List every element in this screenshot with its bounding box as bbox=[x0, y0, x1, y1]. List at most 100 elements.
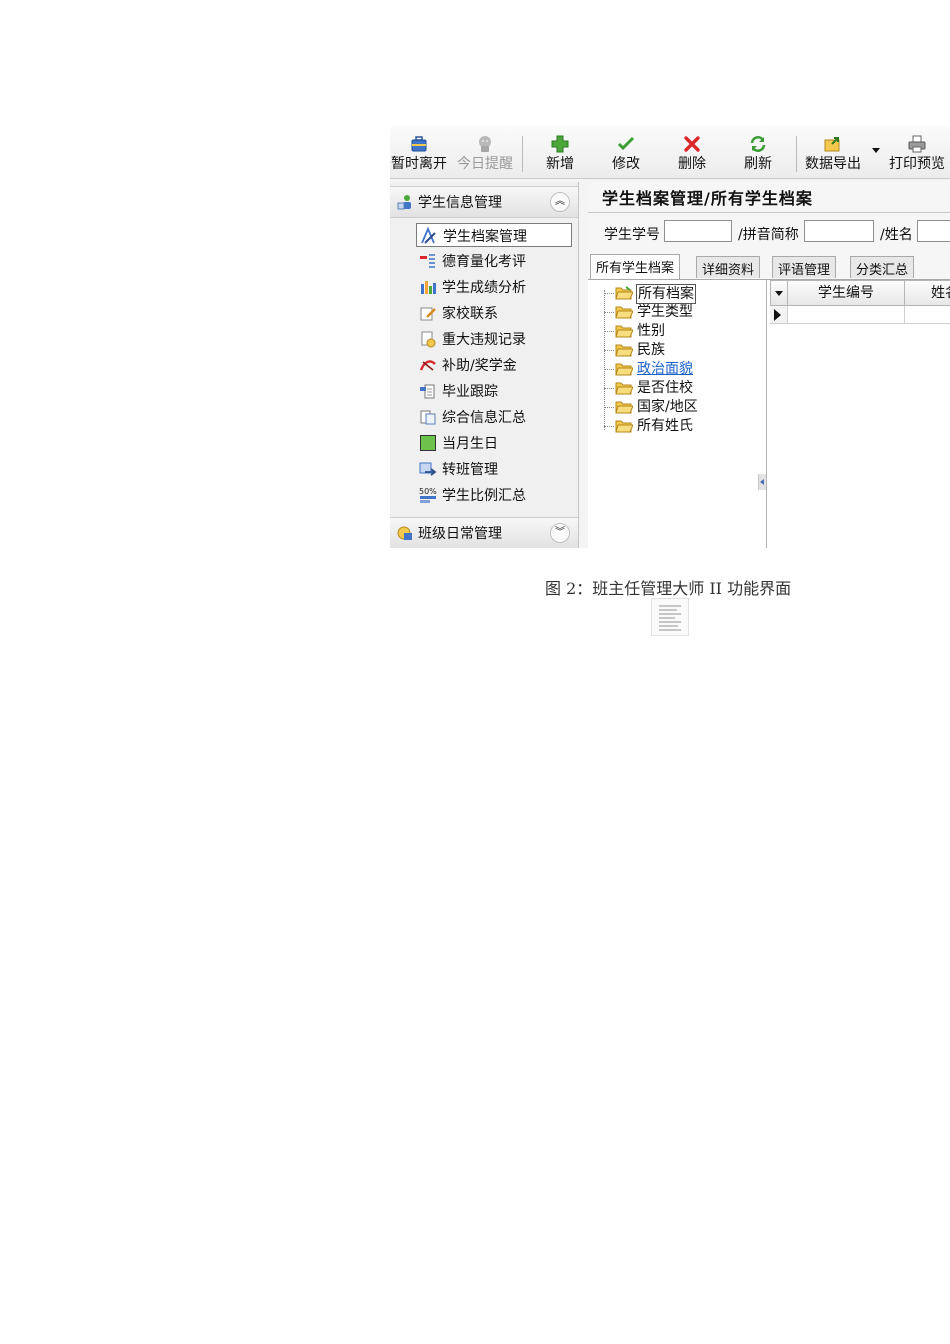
export-dropdown-arrow[interactable] bbox=[872, 148, 880, 153]
sidebar-item-ratio-summary[interactable]: 50% 学生比例汇总 bbox=[416, 483, 572, 507]
sidebar-item-label: 学生成绩分析 bbox=[442, 280, 526, 296]
tree-item-surnames[interactable]: 所有姓氏 bbox=[604, 417, 754, 436]
splitter-arrow-icon[interactable] bbox=[758, 474, 766, 490]
sidebar-item-graduation-tracking[interactable]: 毕业跟踪 bbox=[416, 379, 572, 403]
tree-item-political-status[interactable]: 政治面貌 bbox=[604, 360, 754, 379]
warning-doc-icon bbox=[421, 331, 436, 348]
group-class-daily[interactable]: 班级日常管理 ︾ bbox=[390, 517, 578, 548]
collapse-up-icon[interactable]: ︽ bbox=[550, 192, 570, 212]
tree-item-boarding[interactable]: 是否住校 bbox=[604, 379, 754, 398]
sidebar-item-class-transfer[interactable]: 转班管理 bbox=[416, 457, 572, 481]
tab-content: 所有档案 学生类型 性别 民族 政治面貌 是否住校 国家/地区 所有姓氏 学生编… bbox=[588, 279, 950, 548]
sidebar-item-label: 补助/奖学金 bbox=[442, 358, 517, 374]
expand-down-icon[interactable]: ︾ bbox=[550, 523, 570, 543]
name-input[interactable] bbox=[917, 220, 950, 242]
open-folder-icon bbox=[615, 286, 633, 300]
toolbar-separator bbox=[522, 136, 523, 172]
tree-item-country-region[interactable]: 国家/地区 bbox=[604, 398, 754, 417]
pen-paper-icon bbox=[420, 307, 436, 321]
table-cell[interactable] bbox=[788, 306, 905, 324]
toolbar: 暂时离开 今日提醒 新增 修改 删除 刷新 数据导出 打印预览 bbox=[390, 126, 950, 179]
tree-item-ethnicity[interactable]: 民族 bbox=[604, 341, 754, 360]
sidebar-item-student-archive[interactable]: 学生档案管理 bbox=[416, 223, 572, 247]
export-data-button[interactable]: 数据导出 bbox=[802, 132, 864, 176]
sidebar-item-label: 毕业跟踪 bbox=[442, 384, 498, 400]
folder-icon bbox=[615, 306, 633, 319]
edit-button[interactable]: 修改 bbox=[606, 132, 646, 176]
folder-icon bbox=[615, 382, 633, 395]
pinyin-input[interactable] bbox=[804, 220, 874, 242]
today-reminder-button[interactable]: 今日提醒 bbox=[454, 132, 516, 176]
sidebar-item-monthly-birthday[interactable]: 当月生日 bbox=[416, 431, 572, 455]
tab-category-summary[interactable]: 分类汇总 bbox=[850, 256, 915, 278]
track-doc-icon bbox=[420, 384, 435, 399]
sidebar-item-scholarship[interactable]: 补助/奖学金 bbox=[416, 353, 572, 377]
temporary-leave-button[interactable]: 暂时离开 bbox=[390, 132, 448, 176]
toolbar-label: 删除 bbox=[678, 156, 706, 172]
folder-icon bbox=[615, 325, 633, 338]
column-header-name[interactable]: 姓名 bbox=[904, 280, 950, 306]
calendar-green-icon bbox=[420, 435, 436, 451]
bar-chart-icon bbox=[421, 281, 436, 294]
grid-column-menu[interactable] bbox=[770, 280, 788, 306]
tab-comments[interactable]: 评语管理 bbox=[772, 256, 837, 278]
add-button[interactable]: 新增 bbox=[540, 132, 580, 176]
student-no-label: 学生学号 bbox=[604, 227, 660, 243]
document-thumbnail-icon bbox=[651, 598, 689, 636]
toolbar-label: 打印预览 bbox=[889, 156, 945, 172]
sidebar-item-violation-records[interactable]: 重大违规记录 bbox=[416, 327, 572, 351]
toolbar-label: 今日提醒 bbox=[457, 156, 513, 172]
group-label: 学生信息管理 bbox=[418, 195, 502, 211]
briefcase-icon bbox=[411, 136, 427, 152]
percent-icon: 50% bbox=[419, 487, 437, 503]
title-divider bbox=[588, 212, 950, 213]
sidebar-item-home-school-contact[interactable]: 家校联系 bbox=[416, 301, 572, 325]
delete-button[interactable]: 删除 bbox=[672, 132, 712, 176]
refresh-button[interactable]: 刷新 bbox=[738, 132, 778, 176]
tab-details[interactable]: 详细资料 bbox=[696, 256, 761, 278]
pinyin-label: /拼音简称 bbox=[738, 227, 799, 243]
tree-item-label: 学生类型 bbox=[637, 304, 693, 320]
navigation-sidebar: 学生信息管理 ︽ 学生档案管理 德育量化考评 学生成绩分析 家校联系 重大违规记… bbox=[390, 182, 579, 548]
toolbar-label: 暂时离开 bbox=[391, 156, 447, 172]
toolbar-label: 新增 bbox=[546, 156, 574, 172]
tab-bar: 所有学生档案 详细资料 评语管理 分类汇总 bbox=[588, 254, 950, 280]
page-title: 学生档案管理/所有学生档案 bbox=[602, 189, 813, 208]
sidebar-item-score-analysis[interactable]: 学生成绩分析 bbox=[416, 275, 572, 299]
sidebar-item-label: 重大违规记录 bbox=[442, 332, 526, 348]
name-label: /姓名 bbox=[880, 227, 913, 243]
archive-edit-icon bbox=[421, 227, 436, 244]
app-window: 暂时离开 今日提醒 新增 修改 删除 刷新 数据导出 打印预览 学生信息管理 ︽… bbox=[390, 126, 950, 548]
delete-x-icon bbox=[684, 136, 700, 152]
tab-all-student-archives[interactable]: 所有学生档案 bbox=[590, 254, 681, 280]
sidebar-item-info-summary[interactable]: 综合信息汇总 bbox=[416, 405, 572, 429]
ribbon-icon bbox=[419, 360, 436, 371]
transfer-icon bbox=[419, 462, 437, 476]
svg-text:50%: 50% bbox=[419, 487, 437, 496]
tree-item-student-type[interactable]: 学生类型 bbox=[604, 303, 754, 322]
group-label: 班级日常管理 bbox=[418, 526, 502, 542]
print-preview-button[interactable]: 打印预览 bbox=[886, 132, 948, 176]
sidebar-item-label: 当月生日 bbox=[442, 436, 498, 452]
printer-icon bbox=[908, 135, 926, 153]
table-cell[interactable] bbox=[905, 306, 950, 324]
student-no-input[interactable] bbox=[664, 220, 732, 242]
chevron-down-icon bbox=[775, 291, 783, 296]
column-header-student-no[interactable]: 学生编号 bbox=[787, 280, 905, 306]
sidebar-item-label: 转班管理 bbox=[442, 462, 498, 478]
tree-item-label: 性别 bbox=[637, 323, 665, 339]
row-indicator-icon[interactable] bbox=[770, 306, 788, 324]
sidebar-item-moral-evaluation[interactable]: 德育量化考评 bbox=[416, 249, 572, 273]
reminder-icon bbox=[479, 136, 491, 152]
student-group-icon bbox=[397, 195, 411, 210]
class-daily-icon bbox=[397, 526, 412, 540]
plus-icon bbox=[551, 135, 569, 153]
tree-item-all-archives[interactable]: 所有档案 bbox=[604, 284, 754, 304]
refresh-icon bbox=[750, 136, 766, 152]
group-student-info[interactable]: 学生信息管理 ︽ bbox=[390, 186, 578, 218]
tree-item-label: 是否住校 bbox=[637, 380, 693, 396]
figure-caption: 图 2：班主任管理大师 II 功能界面 bbox=[545, 579, 792, 598]
tree-item-gender[interactable]: 性别 bbox=[604, 322, 754, 341]
toolbar-label: 修改 bbox=[612, 156, 640, 172]
check-icon bbox=[617, 136, 635, 151]
